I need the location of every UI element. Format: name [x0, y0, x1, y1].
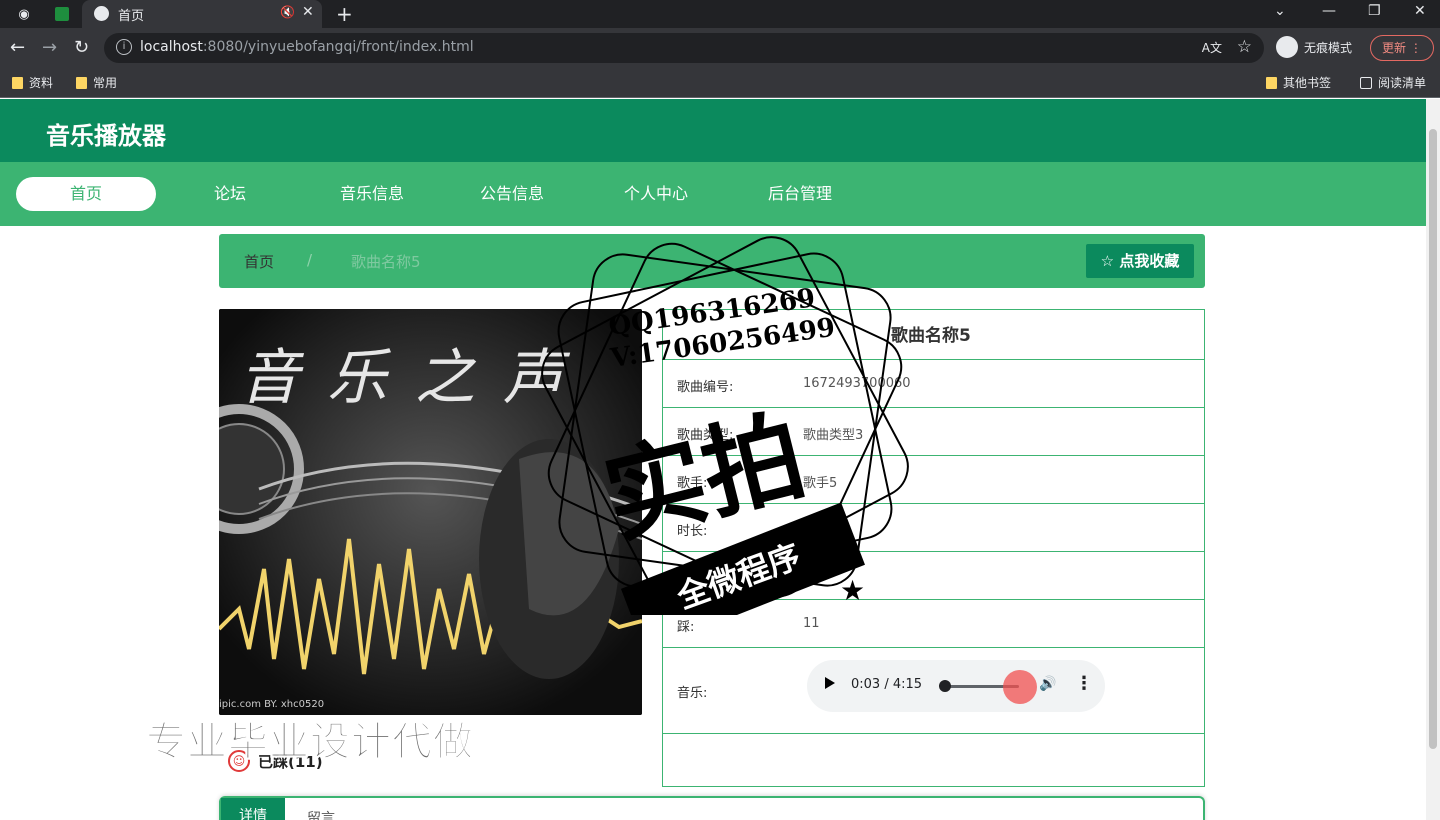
nav-music-info[interactable]: 音乐信息	[326, 177, 418, 211]
seek-handle[interactable]	[939, 680, 951, 692]
breadcrumb-home[interactable]: 首页	[244, 251, 274, 272]
table-row: 时长: 时长5	[663, 504, 1204, 552]
tab-search-icon[interactable]: ⌄	[1274, 3, 1286, 19]
field-label: 赞:	[677, 572, 695, 587]
table-row: 歌曲编号: 1672493700060	[663, 360, 1204, 408]
dislikes-value: 11	[803, 616, 820, 631]
field-label: 歌曲类型:	[677, 428, 734, 443]
browser-tab-strip: ◉ 首页 🔇 ✕ + ⌄ — ❐ ✕	[0, 0, 1440, 28]
song-id-value: 1672493700060	[803, 376, 911, 391]
field-label: 踩:	[677, 620, 695, 635]
song-details-table: 歌曲名称5 歌曲编号: 1672493700060 歌曲类型: 歌曲类型3 歌手…	[662, 309, 1205, 787]
window-close-icon[interactable]: ✕	[1414, 3, 1426, 19]
cover-title: 音乐之声	[239, 343, 591, 413]
reading-list-icon	[1360, 76, 1372, 89]
detail-tabs: 详情 留言	[219, 796, 1205, 820]
favorite-button[interactable]: ☆ 点我收藏	[1086, 244, 1194, 278]
likes-value: 372	[803, 568, 828, 583]
reading-list[interactable]: 阅读清单	[1360, 74, 1426, 91]
translate-icon[interactable]: A文	[1202, 39, 1222, 56]
watermark-text: 专业毕业设计代做	[146, 719, 474, 766]
nav-admin[interactable]: 后台管理	[754, 177, 846, 211]
app-tab-icon[interactable]	[52, 4, 72, 24]
reload-icon[interactable]: ↻	[74, 37, 89, 58]
breadcrumb-current: 歌曲名称5	[351, 253, 421, 271]
close-tab-icon[interactable]: ✕	[302, 4, 314, 20]
site-title: 音乐播放器	[46, 122, 166, 150]
new-tab-icon[interactable]: +	[336, 2, 353, 26]
url-text: localhost:8080/yinyuebofangqi/front/inde…	[140, 39, 474, 55]
bookmark-folder[interactable]: 资料	[12, 74, 53, 91]
table-row: 歌手: 歌手5	[663, 456, 1204, 504]
minimize-icon[interactable]: —	[1322, 3, 1336, 19]
restore-icon[interactable]: ❐	[1368, 3, 1381, 19]
nav-user-center[interactable]: 个人中心	[610, 177, 702, 211]
scrollbar-thumb[interactable]	[1429, 129, 1437, 749]
cursor-highlight	[1003, 670, 1037, 704]
incognito-indicator[interactable]: 无痕模式	[1276, 36, 1352, 58]
play-icon[interactable]	[825, 677, 835, 689]
mute-icon[interactable]: 🔇	[280, 5, 295, 19]
tab-messages[interactable]: 留言	[307, 808, 335, 820]
duration-value: 时长5	[803, 524, 838, 539]
nav-home[interactable]: 首页	[16, 177, 156, 211]
page-viewport: 音乐播放器 首页 论坛 音乐信息 公告信息 个人中心 后台管理 首页 / 歌曲名…	[0, 99, 1426, 820]
audio-time: 0:03 / 4:15	[851, 677, 923, 692]
site-header: 音乐播放器	[0, 99, 1426, 162]
album-cover: 音乐之声 ipic.com BY. xhc0520	[219, 309, 642, 715]
table-row: 踩: 11	[663, 600, 1204, 648]
site-info-icon[interactable]: i	[116, 39, 132, 55]
forward-icon[interactable]: →	[42, 37, 57, 58]
incognito-icon	[1276, 36, 1298, 58]
audio-player[interactable]: 0:03 / 4:15 🔊 ⋮	[807, 660, 1105, 712]
nav-announcements[interactable]: 公告信息	[466, 177, 558, 211]
scrollbar[interactable]	[1426, 99, 1440, 820]
bookmark-star-icon[interactable]: ☆	[1237, 37, 1252, 57]
browser-tab[interactable]: 首页 🔇 ✕	[82, 0, 322, 28]
field-label: 音乐:	[677, 686, 708, 701]
singer-value: 歌手5	[803, 476, 838, 491]
globe-icon	[94, 6, 109, 21]
browser-menu-icon[interactable]: ◉	[14, 4, 34, 24]
more-options-icon[interactable]: ⋮	[1075, 673, 1093, 694]
field-label: 时长:	[677, 524, 708, 539]
music-row: 音乐: 0:03 / 4:15 🔊 ⋮	[663, 648, 1204, 734]
volume-icon[interactable]: 🔊	[1039, 676, 1056, 692]
other-bookmarks[interactable]: 其他书签	[1266, 74, 1331, 91]
song-name: 歌曲名称5	[891, 326, 971, 346]
main-nav: 首页 论坛 音乐信息 公告信息 个人中心 后台管理	[0, 162, 1426, 226]
bookmarks-bar: 资料 常用 其他书签 阅读清单	[0, 68, 1440, 98]
browser-toolbar: ← → ↻ i localhost:8080/yinyuebofangqi/fr…	[0, 28, 1440, 68]
field-label: 歌手:	[677, 476, 708, 491]
song-type-value: 歌曲类型3	[803, 428, 864, 443]
folder-icon	[12, 76, 23, 89]
field-label: 歌曲编号:	[677, 380, 734, 395]
tab-detail[interactable]: 详情	[221, 798, 285, 820]
back-icon[interactable]: ←	[10, 37, 25, 58]
breadcrumb: 首页 / 歌曲名称5 ☆ 点我收藏	[219, 234, 1205, 288]
folder-icon	[76, 76, 87, 89]
song-name-row: 歌曲名称5	[663, 310, 1204, 360]
update-button[interactable]: 更新 ⋮	[1370, 35, 1434, 61]
table-row: 歌曲类型: 歌曲类型3	[663, 408, 1204, 456]
table-row: 赞: 372	[663, 552, 1204, 600]
bookmark-folder[interactable]: 常用	[76, 74, 117, 91]
address-bar[interactable]: i localhost:8080/yinyuebofangqi/front/in…	[104, 33, 1264, 63]
tab-title: 首页	[118, 9, 145, 24]
breadcrumb-separator: /	[307, 251, 313, 269]
folder-icon	[1266, 76, 1277, 89]
nav-forum[interactable]: 论坛	[190, 177, 270, 211]
